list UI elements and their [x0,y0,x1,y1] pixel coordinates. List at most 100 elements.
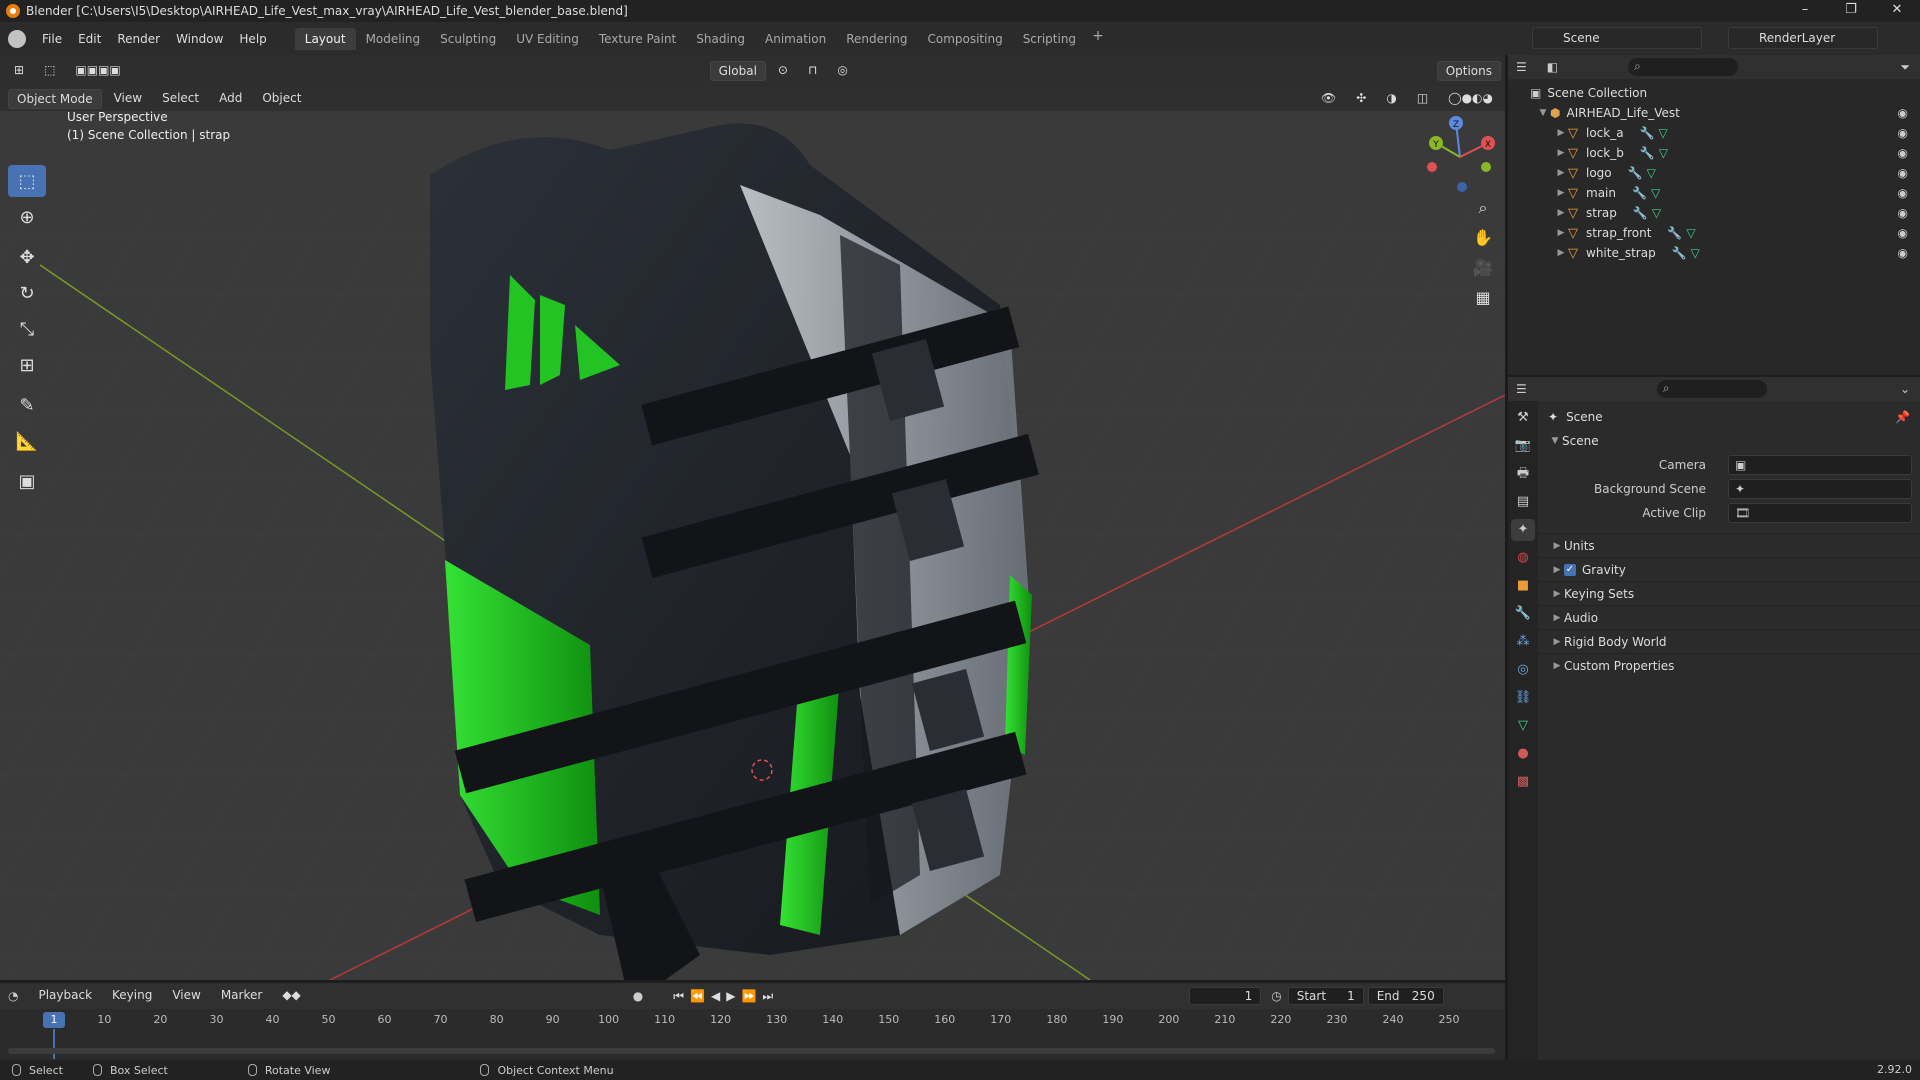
tool-tab-icon[interactable]: ⚒ [1511,407,1535,429]
scene-collection-row[interactable]: ▣ Scene Collection [1508,83,1920,103]
menu-view[interactable]: View [106,89,150,109]
select-mode-icon[interactable]: ⬚ [36,61,63,81]
timeline-view-menu[interactable]: View [164,986,208,1006]
annotate-tool[interactable]: ✎ [8,389,46,421]
output-tab-icon[interactable]: 🖶 [1511,463,1535,485]
visibility-eye-icon[interactable]: ◉ [1898,146,1908,160]
playback-controls-icon[interactable]: ⏮⏪◀▶⏩⏭ [673,989,779,1004]
panel-rigid-body-world[interactable]: ▶ Rigid Body World [1538,629,1920,653]
xray-icon[interactable]: ◫ [1409,89,1436,109]
outliner-object-row[interactable]: ▶ ▽ lock_a 🔧 ▽ ◉ [1508,123,1920,143]
close-button[interactable]: ✕ [1874,0,1920,22]
menu-file[interactable]: File [34,28,70,50]
view-layer-tab-icon[interactable]: ▤ [1511,491,1535,513]
tab-shading[interactable]: Shading [686,28,755,50]
modifier-wrench-icon[interactable]: 🔧 [1640,126,1655,140]
maximize-button[interactable]: ❐ [1828,0,1874,22]
marker-menu[interactable]: Marker [213,986,270,1006]
blender-menu-icon[interactable] [8,29,26,48]
panel-custom-properties[interactable]: ▶ Custom Properties [1538,653,1920,677]
collapse-icon[interactable]: ⌄ [1900,382,1910,396]
viewport-scene-canvas[interactable] [0,55,1505,980]
overlay-toggle-icon[interactable]: ◑ [1378,89,1404,109]
keyframe-icon[interactable]: ◆◆ [274,986,308,1006]
outliner-object-row[interactable]: ▶ ▽ logo 🔧 ▽ ◉ [1508,163,1920,183]
keying-menu[interactable]: Keying [104,986,160,1006]
modifier-wrench-icon[interactable]: 🔧 [1640,146,1655,160]
collection-row[interactable]: ▼ ⬢ AIRHEAD_Life_Vest ◉ [1508,103,1920,123]
mesh-data-icon[interactable]: ▽ [1651,186,1660,200]
tab-animation[interactable]: Animation [755,28,836,50]
shading-modes-icon[interactable]: ◯●◐◕ [1440,89,1501,109]
tab-uv-editing[interactable]: UV Editing [506,28,589,50]
end-frame-field[interactable]: End 250 [1367,987,1444,1005]
editor-type-icon[interactable]: ⊞ [6,61,32,81]
menu-add[interactable]: Add [211,89,250,109]
timeline-editor-icon[interactable]: ◔ [8,989,18,1003]
clock-icon[interactable]: ◷ [1271,989,1281,1003]
expand-icon[interactable]: ▶ [1554,248,1568,258]
move-tool[interactable]: ✥ [8,241,46,273]
visibility-eye-icon[interactable]: ◉ [1898,166,1908,180]
mesh-data-icon[interactable]: ▽ [1647,166,1656,180]
outliner-object-row[interactable]: ▶ ▽ white_strap 🔧 ▽ ◉ [1508,243,1920,263]
modifier-wrench-icon[interactable]: 🔧 [1633,206,1648,220]
add-workspace-button[interactable]: + [1086,28,1110,50]
navigation-gizmo[interactable]: Z X Y [1420,115,1500,195]
visibility-eye-icon[interactable]: ◉ [1898,126,1908,140]
mode-dropdown[interactable]: Object Mode [8,89,102,109]
panel-gravity[interactable]: ▶ ✓ Gravity [1538,557,1920,581]
pivot-icon[interactable]: ⊙ [770,61,796,81]
panel-units[interactable]: ▶ Units [1538,533,1920,557]
mesh-data-icon[interactable]: ▽ [1659,146,1668,160]
menu-render[interactable]: Render [109,28,168,50]
modifier-tab-icon[interactable]: 🔧 [1511,603,1535,625]
outliner-object-row[interactable]: ▶ ▽ main 🔧 ▽ ◉ [1508,183,1920,203]
timeline-ruler[interactable]: 1 10 20 30 40 50 60 70 80 90 100 110 120 130 140 150 160… [0,1009,1505,1059]
outliner-object-row[interactable]: ▶ ▽ lock_b 🔧 ▽ ◉ [1508,143,1920,163]
timeline-scrollbar[interactable] [8,1048,1495,1054]
render-tab-icon[interactable]: 📷 [1511,435,1535,457]
ortho-grid-icon[interactable]: ▦ [1468,285,1498,311]
outliner-object-row[interactable]: ▶ ▽ strap_front 🔧 ▽ ◉ [1508,223,1920,243]
visibility-icon[interactable]: 👁 [1313,89,1344,109]
select-box-tool[interactable]: ⬚ [8,165,46,197]
visibility-eye-icon[interactable]: ◉ [1898,206,1908,220]
record-icon[interactable]: ● [633,989,643,1003]
mesh-data-icon[interactable]: ▽ [1686,226,1695,240]
selection-modes-icon[interactable]: ▣▣▣▣ [67,61,128,81]
material-tab-icon[interactable]: ● [1511,743,1535,765]
tab-texture-paint[interactable]: Texture Paint [589,28,686,50]
visibility-eye-icon[interactable]: ◉ [1898,226,1908,240]
expand-icon[interactable]: ▶ [1554,208,1568,218]
outliner-search-input[interactable]: ⌕ [1628,58,1739,76]
tab-layout[interactable]: Layout [294,27,356,50]
tab-rendering[interactable]: Rendering [836,28,917,50]
modifier-wrench-icon[interactable]: 🔧 [1632,186,1647,200]
modifier-wrench-icon[interactable]: 🔧 [1667,226,1682,240]
particles-tab-icon[interactable]: ⁂ [1511,631,1535,653]
world-tab-icon[interactable]: ◍ [1511,547,1535,569]
cursor-tool[interactable]: ⊕ [8,201,46,233]
gizmo-toggle-icon[interactable]: ✣ [1348,89,1374,109]
object-tab-icon[interactable]: ■ [1511,575,1535,597]
expand-icon[interactable]: ▶ [1554,188,1568,198]
gravity-checkbox[interactable]: ✓ [1564,563,1576,576]
visibility-eye-icon[interactable]: ◉ [1898,186,1908,200]
add-cube-tool[interactable]: ▣ [8,465,46,497]
display-mode-icon[interactable]: ◧ [1547,60,1558,74]
properties-search-input[interactable]: ⌕ [1656,380,1767,398]
measure-tool[interactable]: 📐 [8,425,46,457]
scene-selector[interactable]: Scene [1532,27,1702,49]
constraints-tab-icon[interactable]: ⛓ [1511,687,1535,709]
tab-modeling[interactable]: Modeling [356,28,431,50]
expand-icon[interactable]: ▶ [1554,168,1568,178]
pan-hand-icon[interactable]: ✋ [1468,225,1498,251]
modifier-wrench-icon[interactable]: 🔧 [1628,166,1643,180]
panel-audio[interactable]: ▶ Audio [1538,605,1920,629]
minimize-button[interactable]: – [1782,0,1828,22]
mesh-data-icon[interactable]: ▽ [1652,206,1661,220]
options-dropdown[interactable]: Options [1436,61,1501,81]
expand-icon[interactable]: ▶ [1554,148,1568,158]
expand-icon[interactable]: ▼ [1536,108,1550,118]
